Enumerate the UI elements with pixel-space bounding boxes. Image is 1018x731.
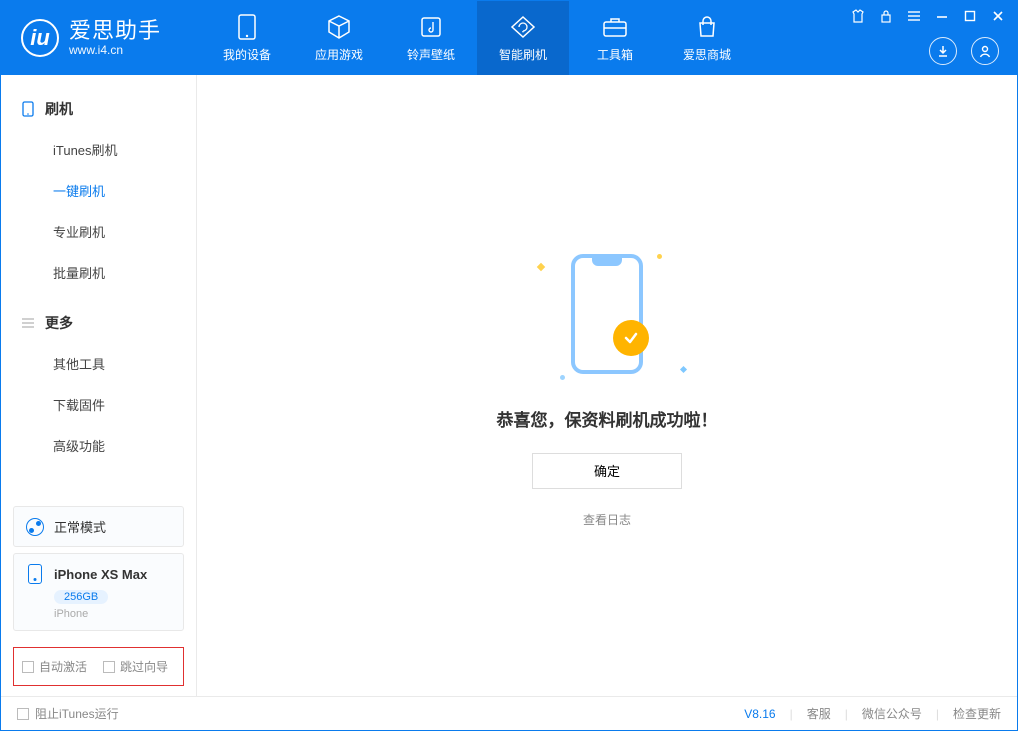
toolbox-icon <box>602 14 628 40</box>
device-type: iPhone <box>54 608 171 620</box>
nav-section-more: 更多 <box>1 303 196 343</box>
tab-ringtones[interactable]: 铃声壁纸 <box>385 1 477 75</box>
logo: iu 爱思助手 www.i4.cn <box>1 18 201 57</box>
tab-device[interactable]: 我的设备 <box>201 1 293 75</box>
nav-onekey-flash[interactable]: 一键刷机 <box>1 170 196 211</box>
nav-advanced[interactable]: 高级功能 <box>1 425 196 466</box>
tab-store[interactable]: 爱思商城 <box>661 1 753 75</box>
app-subtitle: www.i4.cn <box>69 44 161 58</box>
sidebar: 刷机 iTunes刷机 一键刷机 专业刷机 批量刷机 更多 其他工具 下载固件 … <box>1 75 197 696</box>
nav-itunes-flash[interactable]: iTunes刷机 <box>1 129 196 170</box>
success-illustration <box>532 244 682 384</box>
footer: 阻止iTunes运行 V8.16 | 客服 | 微信公众号 | 检查更新 <box>1 696 1017 730</box>
version-label: V8.16 <box>744 707 775 721</box>
list-icon <box>21 316 35 330</box>
ok-button[interactable]: 确定 <box>532 453 682 489</box>
nav-batch-flash[interactable]: 批量刷机 <box>1 252 196 293</box>
device-mode-card[interactable]: 正常模式 <box>13 506 184 547</box>
tab-flash[interactable]: 智能刷机 <box>477 1 569 75</box>
app-title: 爱思助手 <box>69 18 161 43</box>
nav-download-firmware[interactable]: 下载固件 <box>1 384 196 425</box>
storage-badge: 256GB <box>54 590 108 604</box>
close-icon[interactable] <box>989 7 1007 25</box>
check-badge-icon <box>613 320 649 356</box>
device-icon <box>234 14 260 40</box>
flash-options: 自动激活 跳过向导 <box>13 647 184 686</box>
nav-pro-flash[interactable]: 专业刷机 <box>1 211 196 252</box>
mode-icon <box>26 518 44 536</box>
header-actions <box>929 37 999 65</box>
nav-other-tools[interactable]: 其他工具 <box>1 343 196 384</box>
checkbox-icon <box>22 661 34 673</box>
shirt-icon[interactable] <box>849 7 867 25</box>
phone-small-icon <box>21 102 35 116</box>
nav-section-flash: 刷机 <box>1 89 196 129</box>
menu-icon[interactable] <box>905 7 923 25</box>
maximize-icon[interactable] <box>961 7 979 25</box>
customer-service-link[interactable]: 客服 <box>807 705 831 722</box>
success-message: 恭喜您，保资料刷机成功啦！ <box>497 406 718 431</box>
wechat-link[interactable]: 微信公众号 <box>862 705 922 722</box>
window-controls <box>849 7 1007 25</box>
view-log-link[interactable]: 查看日志 <box>583 511 631 528</box>
tab-toolbox[interactable]: 工具箱 <box>569 1 661 75</box>
checkbox-icon <box>17 708 29 720</box>
device-info-card[interactable]: iPhone XS Max 256GB iPhone <box>13 553 184 631</box>
download-icon[interactable] <box>929 37 957 65</box>
refresh-icon <box>510 14 536 40</box>
cube-icon <box>326 14 352 40</box>
checkbox-auto-activate[interactable]: 自动激活 <box>22 658 87 675</box>
tab-apps[interactable]: 应用游戏 <box>293 1 385 75</box>
logo-icon: iu <box>21 19 59 57</box>
device-name: iPhone XS Max <box>54 567 147 582</box>
phone-icon <box>28 564 42 584</box>
lock-icon[interactable] <box>877 7 895 25</box>
checkbox-block-itunes[interactable]: 阻止iTunes运行 <box>17 705 119 722</box>
main-tabs: 我的设备 应用游戏 铃声壁纸 智能刷机 <box>201 1 753 75</box>
checkbox-skip-guide[interactable]: 跳过向导 <box>103 658 168 675</box>
music-icon <box>418 14 444 40</box>
minimize-icon[interactable] <box>933 7 951 25</box>
checkbox-icon <box>103 661 115 673</box>
main-content: 恭喜您，保资料刷机成功啦！ 确定 查看日志 <box>197 75 1017 696</box>
app-header: iu 爱思助手 www.i4.cn 我的设备 应用游戏 <box>1 1 1017 75</box>
store-icon <box>694 14 720 40</box>
user-icon[interactable] <box>971 37 999 65</box>
mode-label: 正常模式 <box>54 517 106 536</box>
check-update-link[interactable]: 检查更新 <box>953 705 1001 722</box>
